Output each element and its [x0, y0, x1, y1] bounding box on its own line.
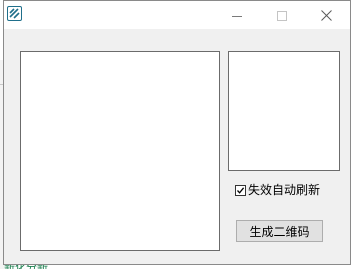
- close-icon: [321, 6, 332, 25]
- title-bar[interactable]: [4, 1, 350, 29]
- minimize-button[interactable]: [214, 1, 259, 29]
- auto-refresh-option[interactable]: 失效自动刷新: [235, 182, 320, 198]
- checkmark-icon: [237, 186, 245, 194]
- close-button[interactable]: [304, 1, 349, 29]
- auto-refresh-label[interactable]: 失效自动刷新: [248, 182, 320, 198]
- screen: 新化分新 失效自动刷新 生成二维码: [0, 0, 353, 269]
- minimize-icon: [231, 6, 242, 25]
- qr-code-panel: [228, 51, 340, 171]
- qr-generator-window: 失效自动刷新 生成二维码: [3, 0, 351, 265]
- auto-refresh-checkbox[interactable]: [235, 184, 246, 196]
- generate-qr-button[interactable]: 生成二维码: [236, 220, 323, 242]
- image-preview-panel: [20, 51, 220, 251]
- maximize-button[interactable]: [259, 1, 304, 29]
- maximize-icon: [276, 6, 287, 25]
- app-logo-icon: [7, 6, 22, 21]
